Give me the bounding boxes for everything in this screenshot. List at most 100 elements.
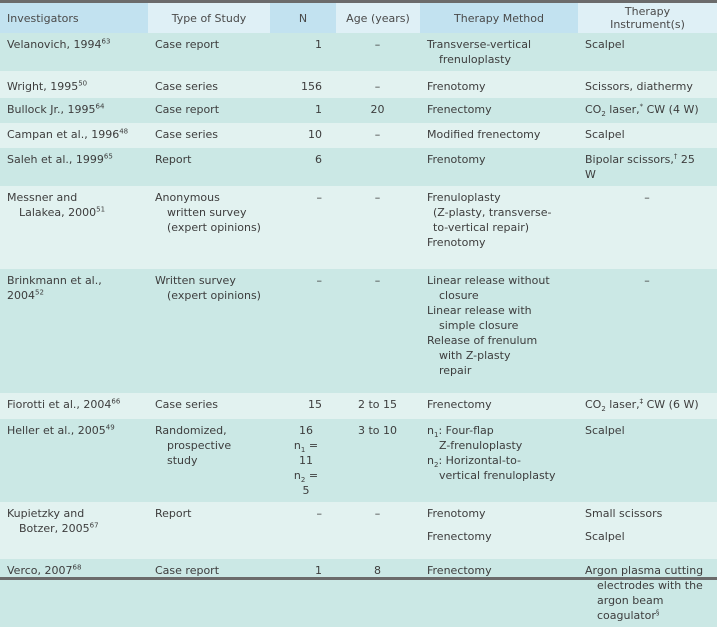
instrument-text: – [644, 191, 650, 204]
cell-method: Frenectomy [420, 393, 578, 419]
cell-method: Frenotomy [420, 148, 578, 186]
cell-instrument: Bipolar scissors,† 25 W [578, 148, 717, 186]
investigator-text: Kupietzky and [7, 507, 85, 520]
instrument-text: Scalpel [585, 38, 625, 51]
investigator-text: Lalakea, 2000 [19, 206, 97, 219]
header-row: Investigators Type of Study N Age (years… [0, 3, 717, 33]
investigator-text: Verco, 2007 [7, 564, 73, 577]
method-text: n2: Horizontal-to- [427, 454, 522, 470]
instrument-text: CO [585, 398, 602, 411]
cell-type: Case series [148, 393, 270, 419]
cell-investigator: Messner and Lalakea, 200051 [0, 186, 148, 269]
cell-instrument: Scalpel [578, 33, 717, 71]
method-text: vertical frenuloplasty [439, 469, 556, 482]
cell-type: Case series [148, 71, 270, 98]
cell-type: Report [148, 502, 270, 559]
investigator-text: Messner and [7, 191, 78, 204]
method-text: Linear release with [427, 304, 532, 317]
type-text: Anonymous [155, 191, 220, 204]
cell-instrument: – [578, 186, 717, 269]
reference-number: 52 [35, 288, 44, 297]
reference-number: 48 [119, 127, 129, 136]
cell-instrument: Scissors, diathermy [578, 71, 717, 98]
reference-number: 51 [96, 205, 106, 214]
cell-instrument: Scalpel [578, 419, 717, 502]
cell-age: 3 to 10 [336, 419, 420, 502]
method-text: Frenotomy [427, 153, 486, 166]
investigator-text: Wright, 1995 [7, 80, 79, 93]
type-text: Report [155, 153, 192, 166]
header-age: Age (years) [336, 3, 420, 33]
investigator-text: Campan et al., 1996 [7, 128, 120, 141]
method-text: n1: Four-flap [427, 424, 494, 440]
investigator-text-line: Botzer, 200567 [7, 521, 140, 536]
investigator-text: Velanovich, 1994 [7, 38, 102, 51]
cell-n: 6 [270, 148, 336, 186]
age-text: 8 [374, 564, 381, 577]
method-text: Frenectomy [427, 398, 492, 411]
type-text: Written survey [155, 274, 236, 287]
cell-n: 10 [270, 123, 336, 148]
type-text: Case series [155, 398, 218, 411]
instrument-text: electrodes with the [597, 579, 703, 592]
method-text: Frenectomy [427, 103, 492, 116]
method-text: Frenotomy [427, 507, 486, 520]
cell-n: 1 [270, 559, 336, 627]
age-text: – [374, 38, 381, 51]
method-text: simple closure [439, 319, 519, 332]
bottom-rule [0, 577, 717, 580]
cell-method: n1: Four-flap Z-frenuloplasty n2: Horizont… [420, 419, 578, 502]
instrument-text: CW (6 W) [643, 398, 699, 411]
type-text: Randomized, [155, 424, 227, 437]
method-text: Z-frenuloplasty [439, 439, 523, 452]
n-text: 16 [299, 424, 313, 437]
cell-investigator: Wright, 199550 [0, 71, 148, 98]
instrument-text: Scissors, diathermy [585, 80, 693, 93]
method-text: Frenectomy [427, 530, 492, 543]
instrument-text: argon beam coagulator [597, 594, 664, 622]
table-row: Bullock Jr., 199564 Case report 1 20 Fre… [0, 98, 717, 123]
reference-number: 50 [78, 79, 88, 88]
instrument-text: Scalpel [585, 530, 625, 543]
cell-n: 16 n1 = 11 n2 = 5 [270, 419, 336, 502]
method-text: Frenectomy [427, 564, 492, 577]
n-text: 1 [315, 38, 322, 51]
type-text: study [167, 454, 198, 467]
investigator-text: Brinkmann et al., 2004 [7, 274, 102, 302]
header-type-of-study: Type of Study [148, 3, 270, 33]
reference-number: 64 [95, 102, 105, 111]
method-text: to-vertical repair) [433, 221, 530, 234]
cell-method: Frenotomy Frenectomy [420, 502, 578, 559]
age-text: – [374, 274, 381, 287]
method-text: Release of frenulum [427, 334, 538, 347]
cell-age: – [336, 33, 420, 71]
table-row: Velanovich, 199463 Case report 1 – Trans… [0, 33, 717, 71]
table-row: Heller et al., 200549 Randomized, prospec… [0, 419, 717, 502]
n-text: 156 [301, 80, 322, 93]
cell-type: Case series [148, 123, 270, 148]
cell-n: 156 [270, 71, 336, 98]
instrument-text: Bipolar scissors, [585, 153, 674, 166]
type-text: written survey [167, 206, 247, 219]
age-text: – [374, 80, 381, 93]
instrument-text: – [644, 274, 650, 287]
cell-type: Case report [148, 98, 270, 123]
method-text: Linear release without [427, 274, 550, 287]
cell-instrument: CO2 laser,* CW (4 W) [578, 98, 717, 123]
n-text: – [316, 191, 323, 204]
instrument-text: laser, [605, 398, 640, 411]
cell-age [336, 148, 420, 186]
table-row: Saleh et al., 199965 Report 6 Frenotomy … [0, 148, 717, 186]
age-text: – [374, 128, 381, 141]
n-text: – [316, 507, 323, 520]
n-text: 1 [315, 103, 322, 116]
method-text: Frenuloplasty [427, 191, 501, 204]
cell-investigator: Bullock Jr., 199564 [0, 98, 148, 123]
cell-type: Anonymous written survey (expert opinions) [148, 186, 270, 269]
cell-n: – [270, 269, 336, 393]
footnote-mark: § [655, 608, 660, 617]
cell-investigator: Saleh et al., 199965 [0, 148, 148, 186]
reference-number: 68 [72, 563, 82, 572]
cell-method: Frenectomy [420, 98, 578, 123]
